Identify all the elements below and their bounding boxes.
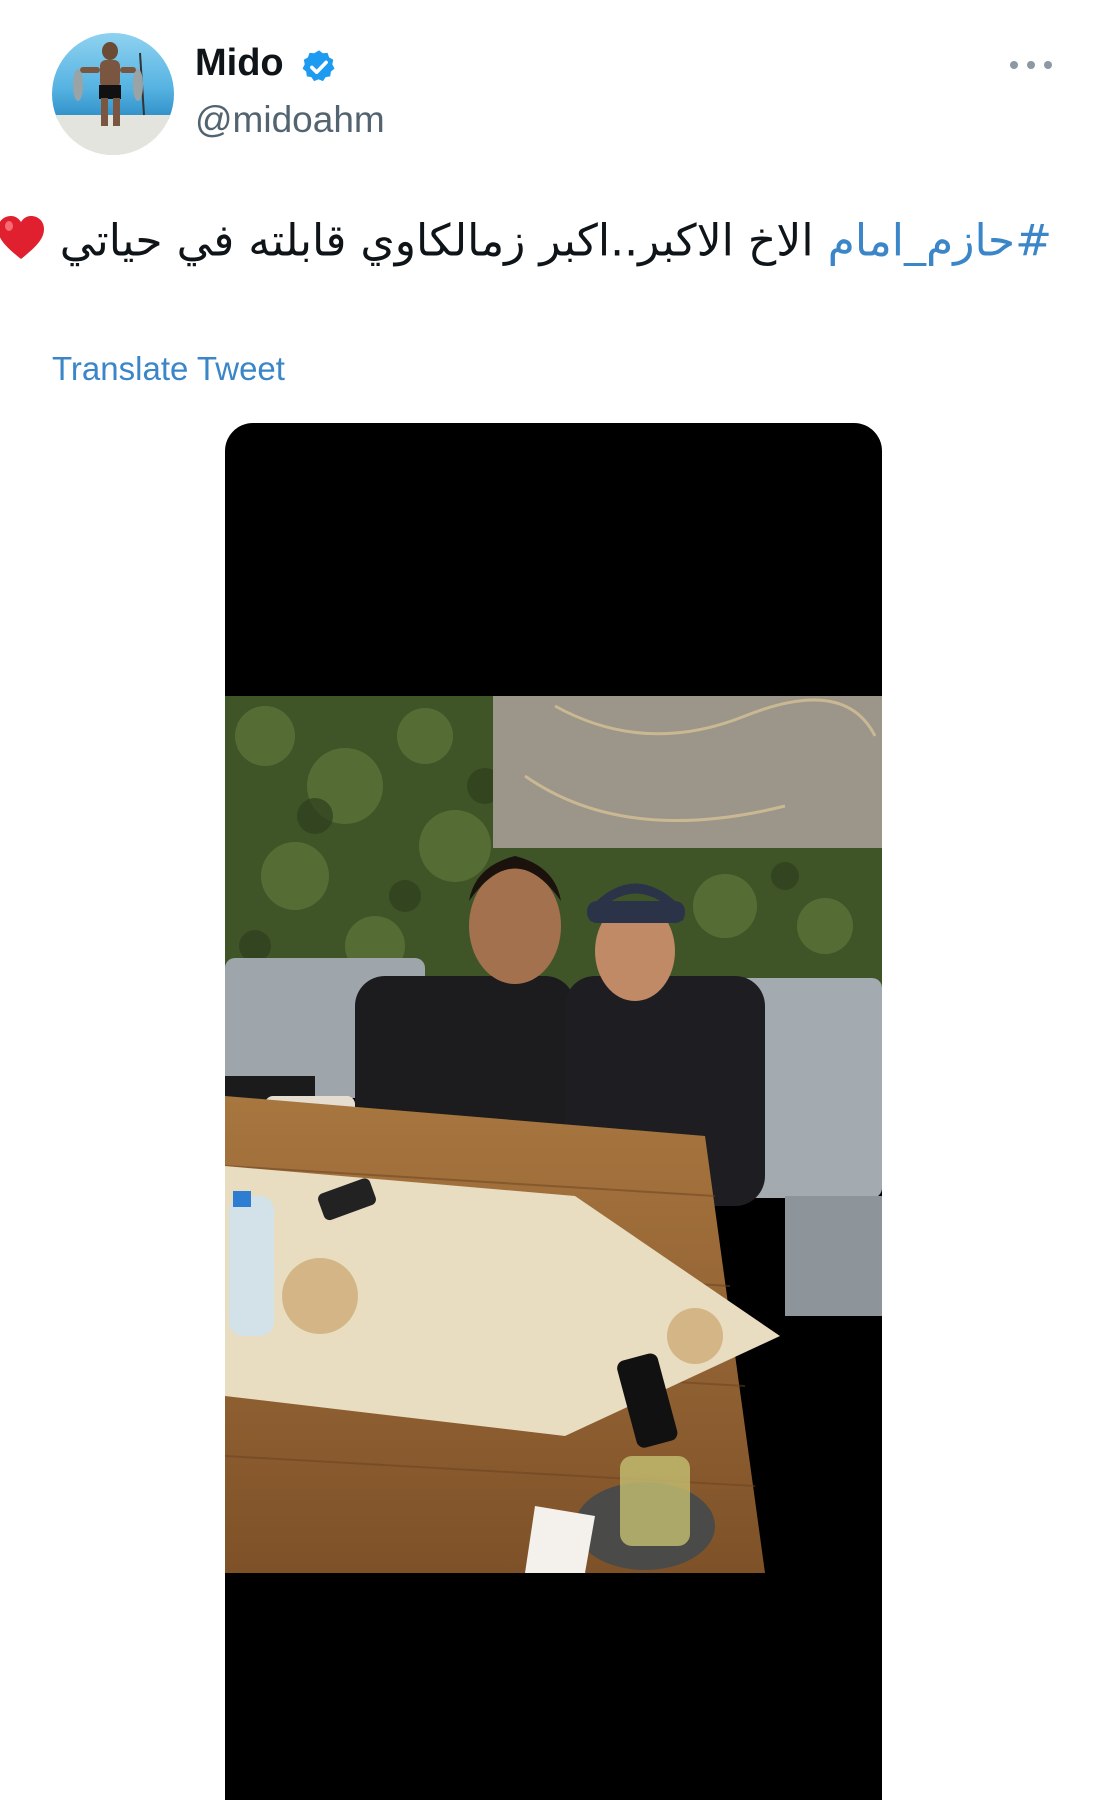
tweet-media[interactable] bbox=[225, 423, 882, 1800]
hashtag-link[interactable]: #حازم_امام bbox=[828, 216, 1052, 267]
translate-tweet-link[interactable]: Translate Tweet bbox=[52, 350, 285, 388]
tweet-text: #حازم_امام الاخ الاكبر..اكبر زمالكاوي قا… bbox=[0, 215, 1052, 285]
photo-two-men-at-cafe-table-icon bbox=[225, 696, 882, 1573]
verified-badge-icon bbox=[302, 50, 335, 82]
avatar[interactable] bbox=[52, 33, 174, 155]
more-options-icon[interactable] bbox=[1010, 50, 1052, 80]
author-handle[interactable]: @midoahm bbox=[195, 99, 385, 141]
tweet-body: الاخ الاكبر..اكبر زمالكاوي قابلته في حيا… bbox=[59, 215, 828, 267]
author-name[interactable]: Mido bbox=[195, 42, 284, 85]
avatar-photo-icon bbox=[52, 42, 174, 155]
red-heart-icon bbox=[0, 215, 46, 272]
